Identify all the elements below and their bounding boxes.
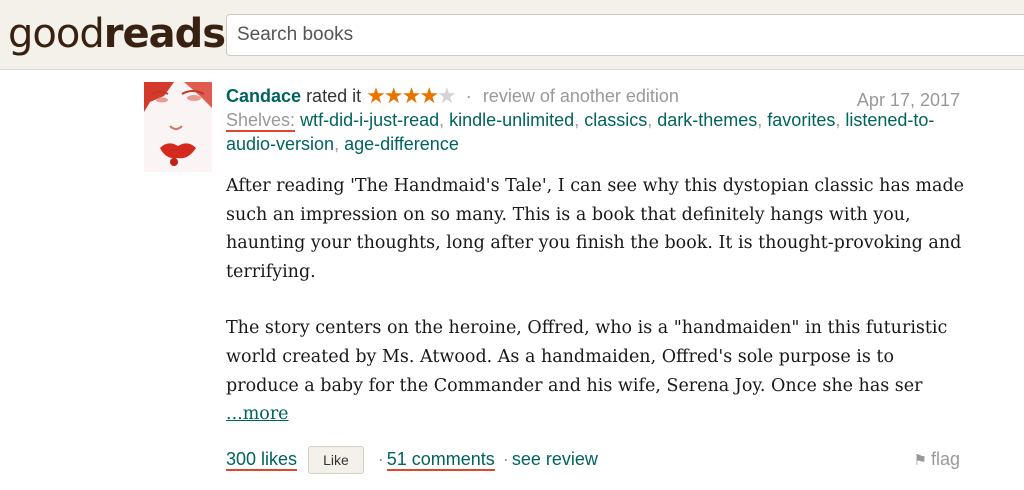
reviewer-name-link[interactable]: Candace	[226, 86, 301, 106]
shelf-link[interactable]: classics	[584, 110, 647, 130]
like-button[interactable]: Like	[308, 446, 364, 475]
flag-link[interactable]: ⚑ flag	[914, 444, 960, 476]
comments-link[interactable]: 51 comments	[386, 449, 495, 471]
avatar-image	[144, 82, 212, 172]
shelf-link[interactable]: age-difference	[344, 134, 459, 154]
star-rating: ★★★★★	[366, 83, 457, 108]
search-input[interactable]	[226, 14, 1024, 56]
edition-note: review of another edition	[482, 86, 679, 106]
site-header: goodreads	[0, 0, 1024, 70]
shelf-link[interactable]: favorites	[767, 110, 835, 130]
shelf-link[interactable]: kindle-unlimited	[449, 110, 574, 130]
separator-dot: ·	[465, 86, 472, 106]
review-paragraph: The story centers on the heroine, Offred…	[226, 314, 966, 428]
shelf-link[interactable]: dark-themes	[657, 110, 757, 130]
review-footer: 300 likes Like · 51 comments · see review …	[226, 444, 964, 476]
rated-text: rated it	[306, 86, 362, 106]
star-icon: ★	[366, 83, 386, 108]
shelf-link[interactable]: wtf-did-i-just-read	[300, 110, 439, 130]
review-text: After reading 'The Handmaid's Tale', I c…	[226, 172, 966, 457]
separator-dot: ·	[502, 449, 509, 469]
star-empty-icon: ★	[437, 83, 457, 108]
likes-count-link[interactable]: 300 likes	[226, 449, 298, 471]
star-icon: ★	[401, 83, 422, 108]
separator-dot: ·	[377, 449, 384, 469]
see-review-link[interactable]: see review	[512, 449, 598, 469]
star-icon: ★	[383, 83, 404, 108]
review-paragraph-text: The story centers on the heroine, Offred…	[226, 318, 948, 396]
shelves-list: Shelves: wtf-did-i-just-read, kindle-unl…	[226, 110, 935, 154]
star-icon: ★	[419, 83, 439, 108]
flag-icon: ⚑	[913, 452, 927, 469]
goodreads-logo[interactable]: goodreads	[8, 8, 226, 60]
flag-label: flag	[930, 449, 960, 469]
review-paragraph: After reading 'The Handmaid's Tale', I c…	[226, 176, 965, 282]
avatar[interactable]	[144, 82, 212, 172]
more-link[interactable]: ...more	[226, 404, 289, 424]
review-header: Candace rated it ★★★★★ · review of anoth…	[226, 83, 966, 111]
shelves-label: Shelves:	[226, 110, 296, 132]
